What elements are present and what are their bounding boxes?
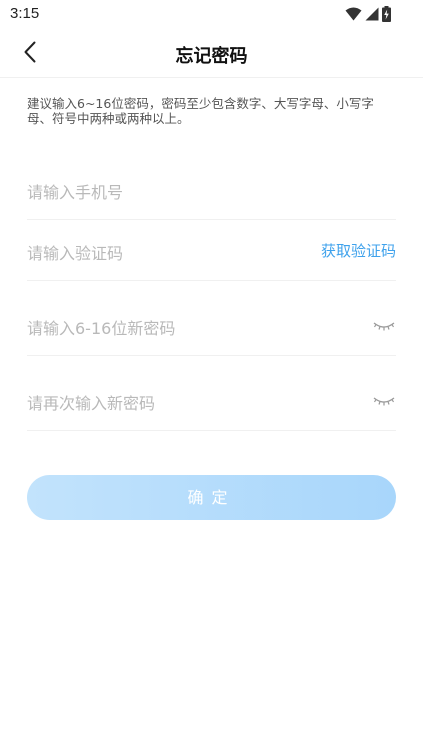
get-code-button[interactable]: 获取验证码 bbox=[321, 240, 396, 261]
phone-field[interactable]: 请输入手机号 bbox=[27, 160, 396, 220]
forgot-password-screen: 3:15 忘记密码 建议输入6~16位密码，密码至少包含数字、大写字母、小写字母… bbox=[0, 0, 423, 752]
page-title: 忘记密码 bbox=[175, 46, 248, 67]
confirm-password-placeholder: 请再次输入新密码 bbox=[27, 394, 156, 413]
confirm-button[interactable]: 确定 bbox=[27, 475, 396, 520]
app-header: 忘记密码 bbox=[0, 30, 423, 78]
status-icons bbox=[345, 6, 391, 22]
new-password-field[interactable]: 请输入6-16位新密码 bbox=[27, 281, 396, 356]
signal-icon bbox=[365, 7, 379, 21]
confirm-password-field[interactable]: 请再次输入新密码 bbox=[27, 356, 396, 431]
new-password-placeholder: 请输入6-16位新密码 bbox=[27, 319, 176, 338]
verification-code-placeholder: 请输入验证码 bbox=[27, 244, 124, 263]
verification-code-field[interactable]: 请输入验证码 获取验证码 bbox=[27, 220, 396, 281]
eye-closed-icon[interactable] bbox=[373, 319, 395, 333]
wifi-icon bbox=[345, 7, 362, 21]
phone-placeholder: 请输入手机号 bbox=[27, 183, 124, 202]
status-time: 3:15 bbox=[10, 5, 40, 22]
battery-charging-icon bbox=[382, 6, 391, 22]
password-hint: 建议输入6~16位密码，密码至少包含数字、大写字母、小写字母、符号中两种或两种以… bbox=[27, 96, 374, 126]
status-bar: 3:15 bbox=[0, 0, 423, 30]
eye-closed-icon[interactable] bbox=[373, 394, 395, 408]
